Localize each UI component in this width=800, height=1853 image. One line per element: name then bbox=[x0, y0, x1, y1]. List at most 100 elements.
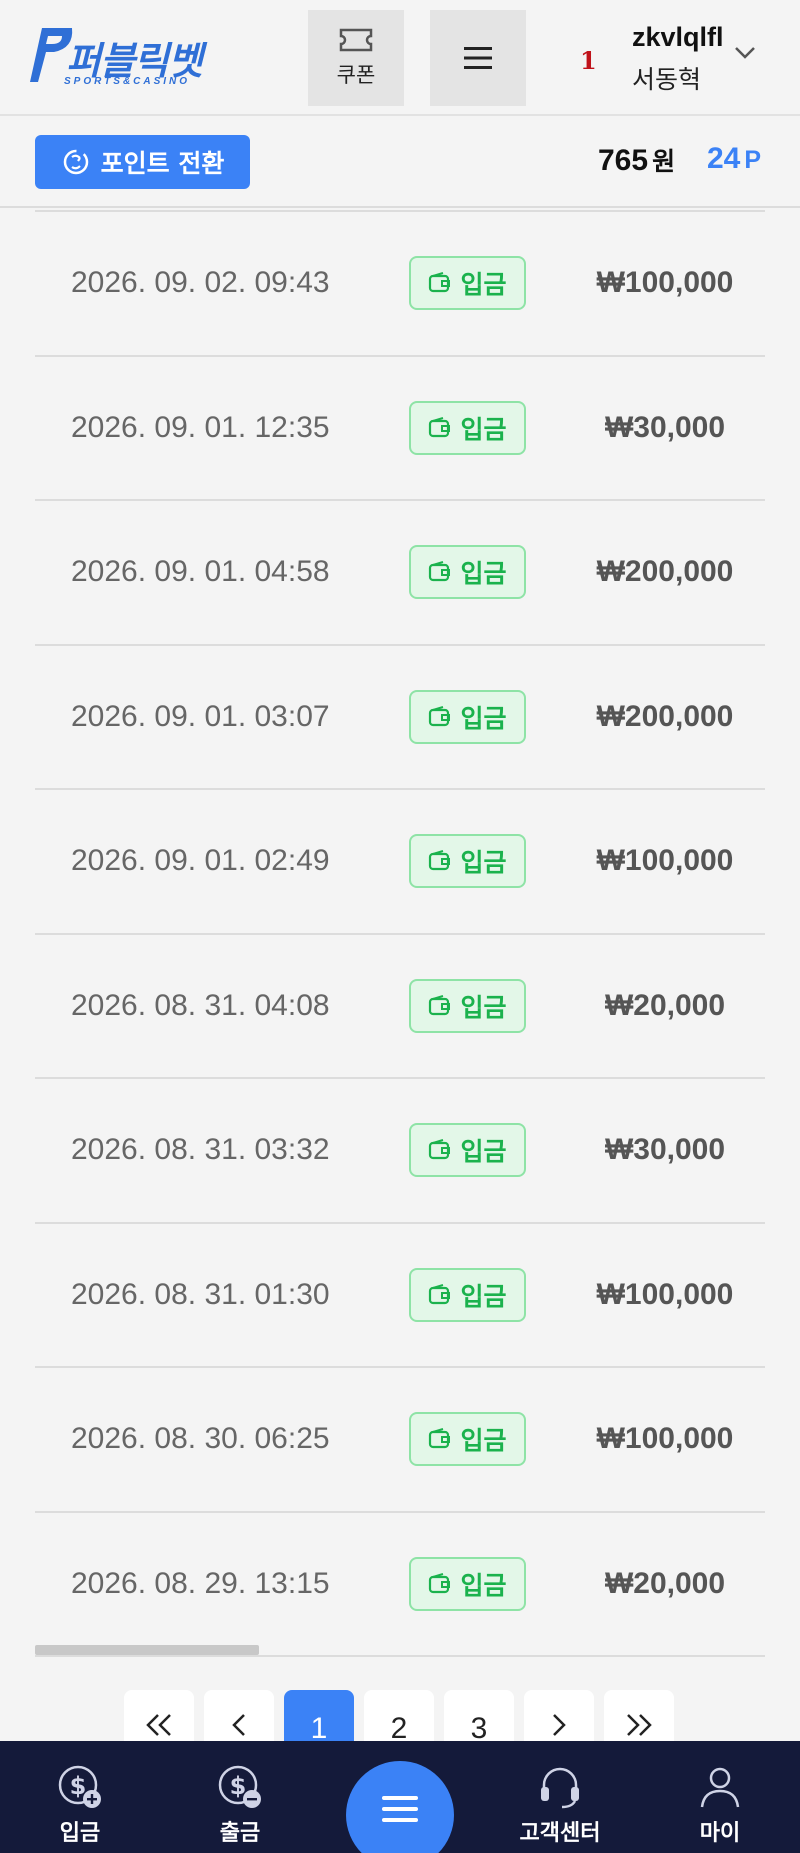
transaction-type-label: 입금 bbox=[460, 1570, 507, 1600]
dollar-plus-icon: $ bbox=[58, 1765, 101, 1808]
wallet-icon bbox=[429, 1572, 451, 1593]
transaction-type-badge: 입금 bbox=[409, 1267, 526, 1322]
chevron-down-icon bbox=[735, 47, 755, 59]
transaction-row: 2026. 09. 02. 09:43 입금 ₩100,000 bbox=[35, 212, 765, 357]
nav-main-menu-button[interactable] bbox=[346, 1761, 454, 1853]
transaction-type-label: 입금 bbox=[460, 559, 507, 589]
transaction-type-badge: 입금 bbox=[409, 689, 526, 744]
wallet-icon bbox=[429, 994, 451, 1015]
hamburger-menu-button[interactable] bbox=[430, 10, 526, 106]
ticket-icon bbox=[339, 28, 373, 52]
points-unit: P bbox=[744, 146, 762, 174]
transaction-type-badge: 입금 bbox=[409, 1412, 526, 1467]
site-logo[interactable]: 퍼블릭벳 SPORTS&CASINO bbox=[28, 26, 238, 92]
transaction-type-badge: 입금 bbox=[409, 978, 526, 1033]
username: zkvlqlfl bbox=[632, 22, 724, 52]
point-bar: 포인트 전환 765 원 24 P bbox=[0, 118, 800, 208]
transaction-date: 2026. 08. 29. 13:15 bbox=[71, 1566, 330, 1600]
points-display: 24 P bbox=[707, 142, 761, 176]
nav-withdraw-label: 출금 bbox=[219, 1821, 261, 1846]
user-realname: 서동혁 bbox=[632, 65, 702, 94]
horizontal-scrollbar[interactable] bbox=[35, 1645, 259, 1655]
user-profile-dropdown[interactable]: 1 zkvlqlfl 서동혁 bbox=[576, 18, 786, 98]
transaction-type-label: 입금 bbox=[460, 992, 507, 1022]
transaction-type-label: 입금 bbox=[460, 414, 507, 444]
transaction-type-label: 입금 bbox=[460, 1281, 507, 1311]
nav-support-label: 고객센터 bbox=[519, 1821, 601, 1846]
double-chevron-right-icon bbox=[627, 1714, 652, 1736]
nav-deposit-label: 입금 bbox=[59, 1821, 101, 1846]
transaction-row: 2026. 08. 31. 03:32 입금 ₩30,000 bbox=[35, 1079, 765, 1224]
transaction-amount: ₩20,000 bbox=[604, 988, 726, 1022]
transaction-type-label: 입금 bbox=[460, 1426, 507, 1456]
transaction-row: 2026. 09. 01. 04:58 입금 ₩200,000 bbox=[35, 501, 765, 646]
wallet-icon bbox=[429, 705, 451, 726]
chevron-left-icon bbox=[232, 1714, 245, 1736]
transaction-type-badge: 입금 bbox=[409, 834, 526, 889]
wallet-icon bbox=[429, 416, 451, 437]
user-icon bbox=[700, 1767, 740, 1808]
transaction-type-label: 입금 bbox=[460, 848, 507, 878]
transaction-row: 2026. 09. 01. 12:35 입금 ₩30,000 bbox=[35, 357, 765, 501]
wallet-icon bbox=[429, 850, 451, 871]
transaction-date: 2026. 09. 01. 04:58 bbox=[71, 555, 330, 589]
transaction-amount: ₩100,000 bbox=[596, 844, 734, 878]
transaction-row: 2026. 08. 29. 13:15 입금 ₩20,000 bbox=[35, 1513, 765, 1657]
transaction-amount: ₩100,000 bbox=[596, 1422, 734, 1456]
transaction-date: 2026. 09. 02. 09:43 bbox=[71, 266, 330, 300]
balance-unit: 원 bbox=[652, 147, 676, 176]
transaction-row: 2026. 08. 30. 06:25 입금 ₩100,000 bbox=[35, 1368, 765, 1513]
hamburger-icon bbox=[382, 1796, 418, 1822]
wallet-icon bbox=[429, 561, 451, 582]
transaction-row: 2026. 09. 01. 03:07 입금 ₩200,000 bbox=[35, 646, 765, 790]
balance-display: 765 원 bbox=[598, 142, 675, 178]
balance-value: 765 bbox=[598, 144, 649, 177]
nav-withdraw[interactable]: $ 출금 bbox=[180, 1763, 300, 1847]
transaction-date: 2026. 09. 01. 03:07 bbox=[71, 699, 330, 733]
transaction-row: 2026. 09. 01. 02:49 입금 ₩100,000 bbox=[35, 790, 765, 935]
top-header: 퍼블릭벳 SPORTS&CASINO 쿠폰 1 zkvlqlfl 서동혁 bbox=[0, 0, 800, 116]
transaction-type-badge: 입금 bbox=[409, 545, 526, 600]
transaction-list: 2026. 09. 02. 09:43 입금 ₩100,000 2026. 09. 0… bbox=[35, 210, 765, 1657]
hamburger-icon bbox=[464, 47, 492, 69]
bottom-navigation: $ 입금 $ 출금 고객센터 마이 bbox=[0, 1741, 800, 1853]
headset-icon bbox=[541, 1767, 579, 1809]
dollar-minus-icon: $ bbox=[218, 1765, 261, 1808]
transaction-type-label: 입금 bbox=[460, 270, 507, 300]
wallet-icon bbox=[429, 272, 451, 293]
double-chevron-left-icon bbox=[146, 1714, 171, 1736]
wallet-icon bbox=[429, 1139, 451, 1160]
transaction-date: 2026. 09. 01. 12:35 bbox=[71, 410, 330, 444]
transaction-date: 2026. 08. 31. 04:08 bbox=[71, 988, 330, 1022]
transaction-amount: ₩100,000 bbox=[596, 266, 734, 300]
nav-my-label: 마이 bbox=[699, 1821, 741, 1846]
wallet-icon bbox=[429, 1428, 451, 1449]
transaction-date: 2026. 08. 30. 06:25 bbox=[71, 1422, 330, 1456]
transaction-type-badge: 입금 bbox=[409, 400, 526, 455]
transaction-amount: ₩200,000 bbox=[596, 555, 734, 589]
transaction-amount: ₩200,000 bbox=[596, 699, 734, 733]
transaction-row: 2026. 08. 31. 04:08 입금 ₩20,000 bbox=[35, 935, 765, 1079]
user-level-badge: 1 bbox=[580, 46, 597, 75]
transaction-amount: ₩30,000 bbox=[604, 1133, 726, 1167]
transaction-amount: ₩100,000 bbox=[596, 1277, 734, 1311]
transaction-type-badge: 입금 bbox=[409, 1123, 526, 1178]
transaction-amount: ₩20,000 bbox=[604, 1566, 726, 1600]
transaction-type-badge: 입금 bbox=[409, 1556, 526, 1611]
coupon-button[interactable]: 쿠폰 bbox=[308, 10, 404, 106]
transaction-type-badge: 입금 bbox=[409, 256, 526, 311]
nav-support[interactable]: 고객센터 bbox=[500, 1763, 620, 1847]
transaction-type-label: 입금 bbox=[460, 703, 507, 733]
chevron-right-icon bbox=[553, 1714, 566, 1736]
transaction-date: 2026. 08. 31. 01:30 bbox=[71, 1277, 330, 1311]
points-value: 24 bbox=[707, 142, 741, 175]
exchange-icon bbox=[63, 149, 88, 175]
wallet-icon bbox=[429, 1283, 451, 1304]
transaction-row: 2026. 08. 31. 01:30 입금 ₩100,000 bbox=[35, 1224, 765, 1368]
nav-my[interactable]: 마이 bbox=[660, 1763, 780, 1847]
point-convert-button[interactable]: 포인트 전환 bbox=[35, 135, 250, 189]
transaction-date: 2026. 08. 31. 03:32 bbox=[71, 1133, 330, 1167]
nav-deposit[interactable]: $ 입금 bbox=[20, 1763, 140, 1847]
logo-subtitle: SPORTS&CASINO bbox=[64, 76, 191, 87]
transaction-amount: ₩30,000 bbox=[604, 410, 726, 444]
